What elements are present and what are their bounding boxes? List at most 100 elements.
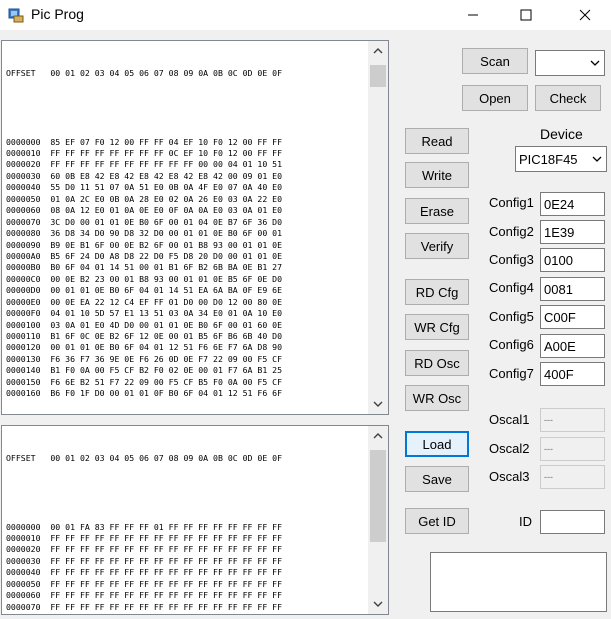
scroll-up-button[interactable] [368,426,388,446]
hex-row: 0000080 36 D8 34 D0 90 D8 32 D0 00 01 01… [6,228,283,239]
id-field[interactable] [540,510,605,534]
close-button[interactable] [562,0,608,30]
scroll-thumb[interactable] [370,65,386,87]
check-button[interactable]: Check [535,85,601,111]
hex-row: 0000000 85 EF 07 F0 12 00 FF FF 04 EF 10… [6,136,283,147]
hex-row: 0000070 FF FF FF FF FF FF FF FF FF FF FF… [6,601,283,612]
output-textbox[interactable] [430,552,607,612]
maximize-icon [520,9,532,21]
scan-button[interactable]: Scan [462,48,528,74]
chevron-down-icon [588,51,602,75]
scroll-down-button[interactable] [368,394,388,414]
hex-row: 0000140 B1 F0 0A 00 F5 CF B2 F0 02 0E 00… [6,365,283,376]
hex-row: 0000040 55 D0 11 51 07 0A 51 E0 0B 0A 4F… [6,182,283,193]
rd-cfg-button[interactable]: RD Cfg [405,279,469,305]
eeprom-scrollbar[interactable] [368,426,388,614]
config6-field[interactable]: A00E [540,334,605,358]
hex-row: 0000080 FF FF FF FF FF FF FF FF FF FF FF… [6,613,366,614]
minimize-button[interactable] [450,0,496,30]
hex-header: OFFSET 00 01 02 03 04 05 06 07 08 09 0A … [6,67,283,78]
hex-row: 0000110 B1 6F 0C 0E B2 6F 12 0E 00 01 B5… [6,331,283,342]
id-label: ID [519,514,532,529]
hex-row: 00000F0 04 01 10 5D 57 E1 13 51 03 0A 34… [6,308,283,319]
eeprom-hex-view[interactable]: OFFSET 00 01 02 03 04 05 06 07 08 09 0A … [1,425,389,615]
port-select[interactable] [535,50,605,76]
hex-row: 0000020 FF FF FF FF FF FF FF FF FF FF FF… [6,544,283,555]
hex-row: 0000090 B9 0E B1 6F 00 0E B2 6F 00 01 B8… [6,239,283,250]
program-scrollbar[interactable] [368,41,388,414]
hex-row: 00000A0 B5 6F 24 D0 A8 D8 22 D0 F5 D8 20… [6,250,283,261]
hex-row: 00000B0 B0 6F 04 01 14 51 00 01 B1 6F B2… [6,262,283,273]
hex-row: 0000030 60 0B E8 42 E8 42 E8 42 E8 42 E8… [6,170,283,181]
hex-row: 0000050 FF FF FF FF FF FF FF FF FF FF FF… [6,578,283,589]
write-button[interactable]: Write [405,162,469,188]
hex-row: 0000060 08 0A 12 E0 01 0A 0E E0 0F 0A 0A… [6,205,283,216]
get-id-button[interactable]: Get ID [405,508,469,534]
program-memory-hex-view[interactable]: OFFSET 00 01 02 03 04 05 06 07 08 09 0A … [1,40,389,415]
hex-row: 0000030 FF FF FF FF FF FF FF FF FF FF FF… [6,555,283,566]
config2-field[interactable]: 1E39 [540,220,605,244]
config7-field[interactable]: 400F [540,362,605,386]
hex-rows: 0000000 85 EF 07 F0 12 00 FF FF 04 EF 10… [6,137,366,400]
config3-label: Config3 [489,252,534,267]
config2-label: Config2 [489,224,534,239]
chevron-up-icon [373,433,383,439]
hex-row: 0000070 3C D0 00 01 01 0E B0 6F 00 01 04… [6,216,283,227]
chevron-down-icon [373,601,383,607]
device-select[interactable]: PIC18F45 [515,146,607,172]
oscal3-label: Oscal3 [489,469,530,484]
hex-row: 00000D0 00 01 01 0E B0 6F 04 01 14 51 EA… [6,285,283,296]
config4-field[interactable]: 0081 [540,277,605,301]
scroll-down-button[interactable] [368,594,388,614]
config5-label: Config5 [489,309,534,324]
oscal2-label: Oscal2 [489,441,530,456]
read-button[interactable]: Read [405,128,469,154]
config5-field[interactable]: C00F [540,305,605,329]
device-label: Device [540,126,583,142]
config1-field[interactable]: 0E24 [540,192,605,216]
scroll-up-button[interactable] [368,41,388,61]
hex-row: 0000130 F6 36 F7 36 9E 0E F6 26 0D 0E F7… [6,353,283,364]
hex-row: 0000100 03 0A 01 E0 4D D0 00 01 01 0E B0… [6,319,283,330]
hex-row: 00000C0 00 0E B2 23 00 01 B8 93 00 01 01… [6,273,283,284]
save-button[interactable]: Save [405,466,469,492]
chevron-up-icon [373,48,383,54]
close-icon [579,9,591,21]
device-select-value: PIC18F45 [519,151,578,167]
hex-row: 0000010 FF FF FF FF FF FF FF FF 0C EF 10… [6,148,283,159]
hex-row: 0000050 01 0A 2C E0 0B 0A 28 E0 02 0A 26… [6,193,283,204]
hex-row: 0000000 00 01 FA 83 FF FF FF 01 FF FF FF… [6,521,283,532]
hex-rows: 0000000 00 01 FA 83 FF FF FF 01 FF FF FF… [6,522,366,614]
erase-button[interactable]: Erase [405,198,469,224]
title-bar: Pic Prog [0,0,611,30]
config4-label: Config4 [489,280,534,295]
hex-header: OFFSET 00 01 02 03 04 05 06 07 08 09 0A … [6,452,283,463]
wr-cfg-button[interactable]: WR Cfg [405,314,469,340]
open-button[interactable]: Open [462,85,528,111]
verify-button[interactable]: Verify [405,233,469,259]
oscal1-field: --- [540,408,605,432]
hex-row: 0000120 00 01 01 0E B0 6F 04 01 12 51 F6… [6,342,283,353]
hex-row: 00000E0 00 0E EA 22 12 C4 EF FF 01 D0 00… [6,296,283,307]
maximize-button[interactable] [503,0,549,30]
app-icon [8,8,24,23]
window-title: Pic Prog [31,6,84,22]
hex-row: 0000010 FF FF FF FF FF FF FF FF FF FF FF… [6,533,283,544]
load-button[interactable]: Load [405,431,469,457]
oscal3-field: --- [540,465,605,489]
rd-osc-button[interactable]: RD Osc [405,350,469,376]
config7-label: Config7 [489,366,534,381]
oscal2-field: --- [540,437,605,461]
hex-row: 0000060 FF FF FF FF FF FF FF FF FF FF FF… [6,590,283,601]
hex-row: 0000040 FF FF FF FF FF FF FF FF FF FF FF… [6,567,283,578]
config3-field[interactable]: 0100 [540,248,605,272]
config6-label: Config6 [489,337,534,352]
chevron-down-icon [590,147,604,171]
oscal1-label: Oscal1 [489,412,530,427]
scroll-thumb[interactable] [370,450,386,542]
program-hex-content: OFFSET 00 01 02 03 04 05 06 07 08 09 0A … [6,45,366,414]
hex-row: 0000160 B6 F0 1F D0 00 01 01 0F B0 6F 04… [6,388,283,399]
wr-osc-button[interactable]: WR Osc [405,385,469,411]
chevron-down-icon [373,401,383,407]
eeprom-hex-content: OFFSET 00 01 02 03 04 05 06 07 08 09 0A … [6,430,366,614]
